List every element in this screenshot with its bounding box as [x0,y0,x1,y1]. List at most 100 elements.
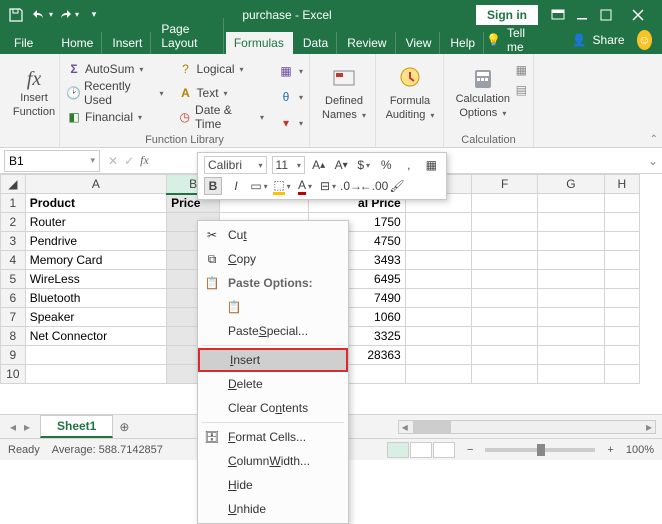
fill-color-icon[interactable]: ⬚▾ [273,177,291,195]
new-sheet-button[interactable]: ⊕ [113,420,135,434]
normal-view-button[interactable] [387,442,409,458]
tab-home[interactable]: Home [53,32,102,54]
horizontal-scrollbar[interactable]: ◂▸ [398,420,656,434]
window-title: purchase - Excel [242,8,331,22]
expand-formula-bar-icon[interactable]: ⌄ [644,154,662,168]
ctx-clear-contents[interactable]: Clear Contents [198,396,348,420]
decrease-decimal-icon[interactable]: .0→ [342,177,360,195]
defined-names-button[interactable]: DefinedNames ▾ [316,57,372,129]
merge-icon[interactable]: ⊟▾ [319,177,337,195]
col-header-H[interactable]: H [604,175,639,194]
tab-formulas[interactable]: Formulas [226,32,293,54]
col-header-A[interactable]: A [25,175,166,194]
enter-formula-icon[interactable]: ✓ [124,154,134,168]
date-time-button[interactable]: ◷Date & Time▾ [178,105,264,129]
font-size-select[interactable]: 11▾ [272,156,305,174]
page-break-view-button[interactable] [433,442,455,458]
bold-icon[interactable]: B [204,177,222,195]
tab-data[interactable]: Data [295,32,337,54]
minimize-icon[interactable] [570,4,594,26]
logical-button[interactable]: ?Logical▾ [178,57,264,81]
row-header-6[interactable]: 6 [1,289,26,308]
more-functions-button[interactable]: ▾▾ [278,111,303,135]
row-header-4[interactable]: 4 [1,251,26,270]
zoom-level[interactable]: 100% [626,444,654,456]
tab-insert[interactable]: Insert [104,32,151,54]
qat-customize-icon[interactable]: ▾ [82,4,106,26]
ctx-cut[interactable]: ✂Cut [198,223,348,247]
ctx-copy[interactable]: ⧉Copy [198,247,348,271]
share-icon[interactable]: 👤 [572,33,587,47]
ctx-hide[interactable]: Hide [198,473,348,497]
recently-used-button[interactable]: 🕑Recently Used▾ [66,81,164,105]
tab-file[interactable]: File [6,32,41,54]
zoom-slider[interactable] [485,448,595,452]
zoom-in-button[interactable]: + [607,444,613,456]
row-header-5[interactable]: 5 [1,270,26,289]
sheet-tab[interactable]: Sheet1 [40,415,113,438]
increase-decimal-icon[interactable]: ←.00 [365,177,383,195]
feedback-icon[interactable]: ☺ [637,30,652,50]
tab-view[interactable]: View [398,32,441,54]
text-button[interactable]: AText▾ [178,81,264,105]
row-header-2[interactable]: 2 [1,213,26,232]
ctx-paste-default[interactable]: 📋 [198,295,348,319]
italic-icon[interactable]: I [227,177,245,195]
insert-function-button[interactable]: fx Insert Function [6,57,62,129]
maximize-icon[interactable] [594,4,618,26]
ctx-delete[interactable]: Delete [198,372,348,396]
page-layout-view-button[interactable] [410,442,432,458]
border-dropdown-icon[interactable]: ▭▾ [250,177,268,195]
col-header-G[interactable]: G [538,175,604,194]
row-header-7[interactable]: 7 [1,308,26,327]
calculation-options-button[interactable]: CalculationOptions ▾ [450,57,516,129]
tab-help[interactable]: Help [442,32,484,54]
row-header-8[interactable]: 8 [1,327,26,346]
percent-icon[interactable]: % [377,156,395,174]
tell-me-icon[interactable]: 💡 [486,33,501,47]
row-header-10[interactable]: 10 [1,365,26,384]
ctx-column-width[interactable]: Column Width... [198,449,348,473]
comma-icon[interactable]: , [400,156,418,174]
collapse-ribbon-icon[interactable]: ⌃ [650,134,658,145]
increase-font-icon[interactable]: A▴ [310,156,328,174]
math-trig-button[interactable]: θ▾ [278,85,303,109]
sign-in-button[interactable]: Sign in [476,5,538,25]
zoom-out-button[interactable]: − [467,444,473,456]
row-header-9[interactable]: 9 [1,346,26,365]
ctx-unhide[interactable]: Unhide [198,497,348,521]
ctx-format-cells[interactable]: 🗄Format Cells... [198,425,348,449]
ribbon-display-icon[interactable] [546,4,570,26]
ctx-paste-special[interactable]: Paste Special... [198,319,348,343]
tell-me-label[interactable]: Tell me [507,26,536,54]
row-header-3[interactable]: 3 [1,232,26,251]
tab-review[interactable]: Review [339,32,395,54]
row-header-1[interactable]: 1 [1,194,26,213]
undo-icon[interactable]: ▾ [30,4,54,26]
calc-now-icon[interactable]: ▦ [516,63,527,77]
font-color-icon[interactable]: A▾ [296,177,314,195]
accounting-format-icon[interactable]: $▾ [355,156,373,174]
col-header-F[interactable]: F [472,175,538,194]
sheet-prev-icon[interactable]: ◂ [10,420,16,434]
redo-icon[interactable]: ▾ [56,4,80,26]
format-painter-icon[interactable]: 🖌 [388,177,406,195]
calc-sheet-icon[interactable]: ▤ [516,83,527,97]
lookup-ref-button[interactable]: ▦▾ [278,59,303,83]
name-box[interactable]: B1▾ [4,150,100,172]
financial-button[interactable]: ◧Financial▾ [66,105,164,129]
borders-icon[interactable]: ▦ [423,156,441,174]
select-all[interactable]: ◢ [1,175,26,194]
font-select[interactable]: Calibri▾ [204,156,267,174]
decrease-font-icon[interactable]: A▾ [332,156,350,174]
ctx-insert[interactable]: Insert [198,348,348,372]
share-label[interactable]: Share [593,33,625,47]
autosum-button[interactable]: ΣAutoSum▾ [66,57,164,81]
cancel-formula-icon[interactable]: ✕ [108,154,118,168]
formula-auditing-button[interactable]: FormulaAuditing ▾ [382,57,438,129]
sheet-next-icon[interactable]: ▸ [24,420,30,434]
fx-icon[interactable]: fx [140,153,149,168]
tab-page-layout[interactable]: Page Layout [153,18,223,54]
close-icon[interactable] [618,4,658,26]
save-icon[interactable] [4,4,28,26]
